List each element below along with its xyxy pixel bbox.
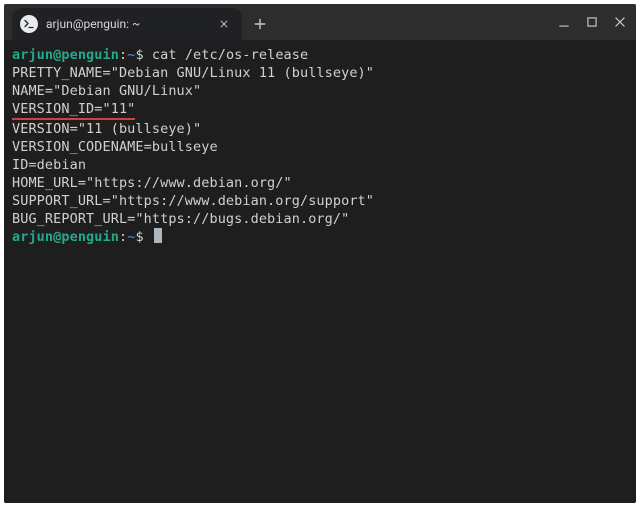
prompt-user: arjun	[12, 229, 53, 245]
terminal-icon	[20, 15, 38, 33]
output-line: SUPPORT_URL="https://www.debian.org/supp…	[12, 193, 374, 209]
prompt-symbol: $	[135, 47, 143, 63]
close-window-button[interactable]	[612, 14, 628, 30]
tab-title: arjun@penguin: ~	[46, 17, 210, 31]
terminal-window: arjun@penguin: ~	[4, 4, 636, 503]
prompt-user: arjun	[12, 47, 53, 63]
output-line: VERSION="11 (bullseye)"	[12, 121, 201, 137]
output-line-highlighted: VERSION_ID="11"	[12, 100, 135, 120]
tab-close-button[interactable]	[216, 16, 232, 32]
output-line: NAME="Debian GNU/Linux"	[12, 83, 201, 99]
titlebar: arjun@penguin: ~	[4, 4, 636, 40]
output-line: ID=debian	[12, 157, 86, 173]
output-line: VERSION_CODENAME=bullseye	[12, 139, 218, 155]
window-controls	[556, 4, 636, 40]
maximize-button[interactable]	[584, 14, 600, 30]
prompt-colon: :	[119, 47, 127, 63]
prompt-symbol: $	[135, 229, 143, 245]
cursor	[154, 228, 162, 243]
command-text: cat /etc/os-release	[152, 47, 308, 63]
output-line: BUG_REPORT_URL="https://bugs.debian.org/…	[12, 211, 349, 227]
prompt-host: penguin	[61, 47, 119, 63]
output-line: PRETTY_NAME="Debian GNU/Linux 11 (bullse…	[12, 65, 374, 81]
titlebar-drag-area[interactable]	[274, 4, 556, 40]
minimize-button[interactable]	[556, 14, 572, 30]
prompt-host: penguin	[61, 229, 119, 245]
output-line: HOME_URL="https://www.debian.org/"	[12, 175, 292, 191]
prompt-colon: :	[119, 229, 127, 245]
terminal-body[interactable]: arjun@penguin:~$ cat /etc/os-release PRE…	[4, 40, 636, 503]
tab-active[interactable]: arjun@penguin: ~	[12, 8, 242, 40]
new-tab-button[interactable]	[246, 8, 274, 40]
